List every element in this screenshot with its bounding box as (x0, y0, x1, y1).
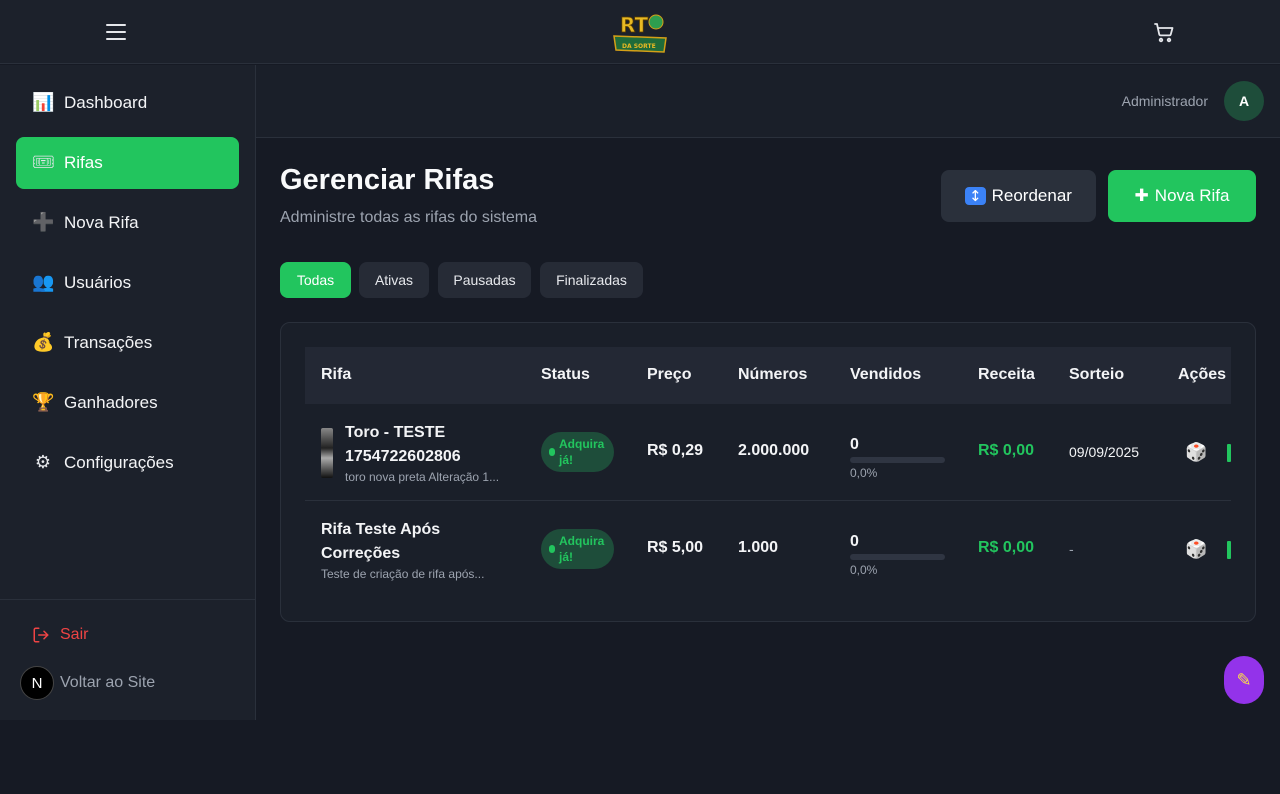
new-rifa-button[interactable]: ✚ Nova Rifa (1108, 170, 1256, 222)
column-header-rifa: Rifa (321, 366, 352, 383)
page-title: Gerenciar Rifas (280, 164, 495, 196)
top-bar: RT DA SORTE (0, 0, 1280, 64)
dice-icon[interactable]: 🎲 (1185, 442, 1207, 463)
revenue-cell: R$ 0,00 (978, 539, 1035, 556)
up-down-arrow-icon: ↕ (965, 187, 986, 205)
edit-action-icon[interactable] (1227, 541, 1231, 559)
rifas-table-card: Rifa Status Preço Números Vendidos Recei… (280, 322, 1256, 622)
status-badge: Adquira já! (541, 432, 614, 472)
column-header-vendidos: Vendidos (850, 366, 922, 383)
cart-icon[interactable] (1152, 20, 1176, 44)
sidebar-item-label: Usuários (64, 273, 132, 292)
filter-todas[interactable]: Todas (280, 262, 351, 298)
logout-icon (33, 627, 49, 643)
hamburger-icon[interactable] (106, 24, 126, 40)
site-logo[interactable]: RT DA SORTE (610, 8, 670, 56)
filter-pausadas[interactable]: Pausadas (438, 262, 531, 298)
column-header-receita: Receita (978, 366, 1035, 383)
status-line: Adquira (559, 437, 605, 451)
column-header-sorteio: Sorteio (1069, 366, 1125, 383)
sold-progress-bar (850, 457, 945, 463)
table-row[interactable]: Rifa Teste Após Correções Teste de criaç… (305, 501, 1231, 598)
status-line: Adquira (559, 534, 605, 548)
sidebar-item-label: Configurações (64, 453, 174, 472)
sold-progress-bar (850, 554, 945, 560)
draw-date-cell: - (1069, 541, 1074, 557)
sold-percent: 0,0% (850, 563, 878, 577)
filter-ativas[interactable]: Ativas (359, 262, 429, 298)
logo-graphic: RT DA SORTE (613, 13, 667, 53)
sidebar-footer: Sair N Voltar ao Site (0, 599, 255, 720)
sidebar-item-label: Rifas (64, 153, 103, 172)
user-bar: Administrador A (256, 65, 1280, 138)
column-header-status: Status (541, 366, 590, 383)
numbers-cell: 2.000.000 (738, 442, 810, 459)
sold-count: 0 (850, 436, 859, 453)
sold-count: 0 (850, 533, 859, 550)
reorder-button[interactable]: ↕ Reordenar (941, 170, 1096, 222)
revenue-cell: R$ 0,00 (978, 442, 1035, 459)
rifa-title: Toro - TESTE (345, 424, 446, 441)
dice-icon[interactable]: 🎲 (1185, 539, 1207, 560)
filter-finalizadas[interactable]: Finalizadas (540, 262, 643, 298)
status-dot-icon (549, 545, 555, 553)
sidebar-item-label: Ganhadores (64, 393, 158, 412)
status-line: já! (559, 550, 574, 564)
sidebar-item-dashboard[interactable]: 📊 Dashboard (16, 77, 239, 129)
sidebar-item-ganhadores[interactable]: 🏆 Ganhadores (16, 377, 239, 429)
column-header-acoes: Ações (1178, 366, 1227, 383)
rifa-description: toro nova preta Alteração 1... (345, 470, 500, 484)
rifa-title: Rifa Teste Após (321, 521, 441, 538)
floating-edit-button[interactable]: ✎ (1224, 656, 1264, 704)
plus-icon: ✚ (1134, 186, 1149, 206)
logout-label: Sair (60, 626, 89, 643)
trophy-icon: 🏆 (32, 392, 55, 413)
pencil-icon: ✎ (1236, 669, 1252, 691)
sidebar-item-nova-rifa[interactable]: ➕ Nova Rifa (16, 197, 239, 249)
new-rifa-label: Nova Rifa (1154, 186, 1230, 205)
rifas-table: Rifa Status Preço Números Vendidos Recei… (305, 347, 1231, 598)
sidebar-item-label: Transações (64, 333, 153, 352)
plus-icon: ➕ (32, 212, 55, 233)
logout-button[interactable]: Sair (32, 626, 88, 644)
table-row[interactable]: Toro - TESTE 1754722602806 toro nova pre… (305, 404, 1231, 501)
money-bag-icon: 💰 (32, 332, 55, 353)
user-name: Administrador (1121, 93, 1208, 109)
numbers-cell: 1.000 (738, 539, 779, 556)
column-header-numeros: Números (738, 366, 808, 383)
gear-icon: ⚙ (34, 452, 52, 473)
avatar[interactable]: A (1224, 81, 1264, 121)
status-badge: Adquira já! (541, 529, 614, 569)
site-badge-icon: N (20, 666, 54, 700)
sidebar-item-transacoes[interactable]: 💰 Transações (16, 317, 239, 369)
sidebar-item-usuarios[interactable]: 👥 Usuários (16, 257, 239, 309)
svg-text:RT: RT (620, 13, 649, 37)
status-line: já! (559, 453, 574, 467)
rifa-description: Teste de criação de rifa após... (321, 567, 485, 581)
ticket-icon: 🎟 (32, 152, 55, 173)
rifa-thumbnail (321, 428, 333, 478)
reorder-label: Reordenar (991, 186, 1072, 205)
price-cell: R$ 5,00 (647, 539, 704, 556)
edit-action-icon[interactable] (1227, 444, 1231, 462)
column-header-preco: Preço (647, 366, 692, 383)
draw-date-cell: 09/09/2025 (1069, 444, 1140, 460)
rifa-title-id: 1754722602806 (345, 448, 461, 465)
back-to-site-link[interactable]: N Voltar ao Site (20, 666, 155, 700)
users-icon: 👥 (32, 272, 55, 293)
table-header: Rifa Status Preço Números Vendidos Recei… (305, 347, 1231, 404)
sidebar-item-rifas[interactable]: 🎟 Rifas (16, 137, 239, 189)
sidebar-item-configuracoes[interactable]: ⚙ Configurações (16, 437, 239, 489)
rifa-title-line2: Correções (321, 545, 401, 562)
back-to-site-label: Voltar ao Site (60, 674, 156, 691)
price-cell: R$ 0,29 (647, 442, 704, 459)
sidebar: 📊 Dashboard 🎟 Rifas ➕ Nova Rifa 👥 Usuári… (0, 65, 256, 720)
chart-icon: 📊 (32, 92, 55, 113)
sidebar-item-label: Nova Rifa (64, 213, 139, 232)
svg-text:DA SORTE: DA SORTE (622, 43, 656, 50)
sold-percent: 0,0% (850, 466, 878, 480)
page-subtitle: Administre todas as rifas do sistema (280, 209, 537, 226)
status-dot-icon (549, 448, 555, 456)
sidebar-item-label: Dashboard (64, 93, 148, 112)
